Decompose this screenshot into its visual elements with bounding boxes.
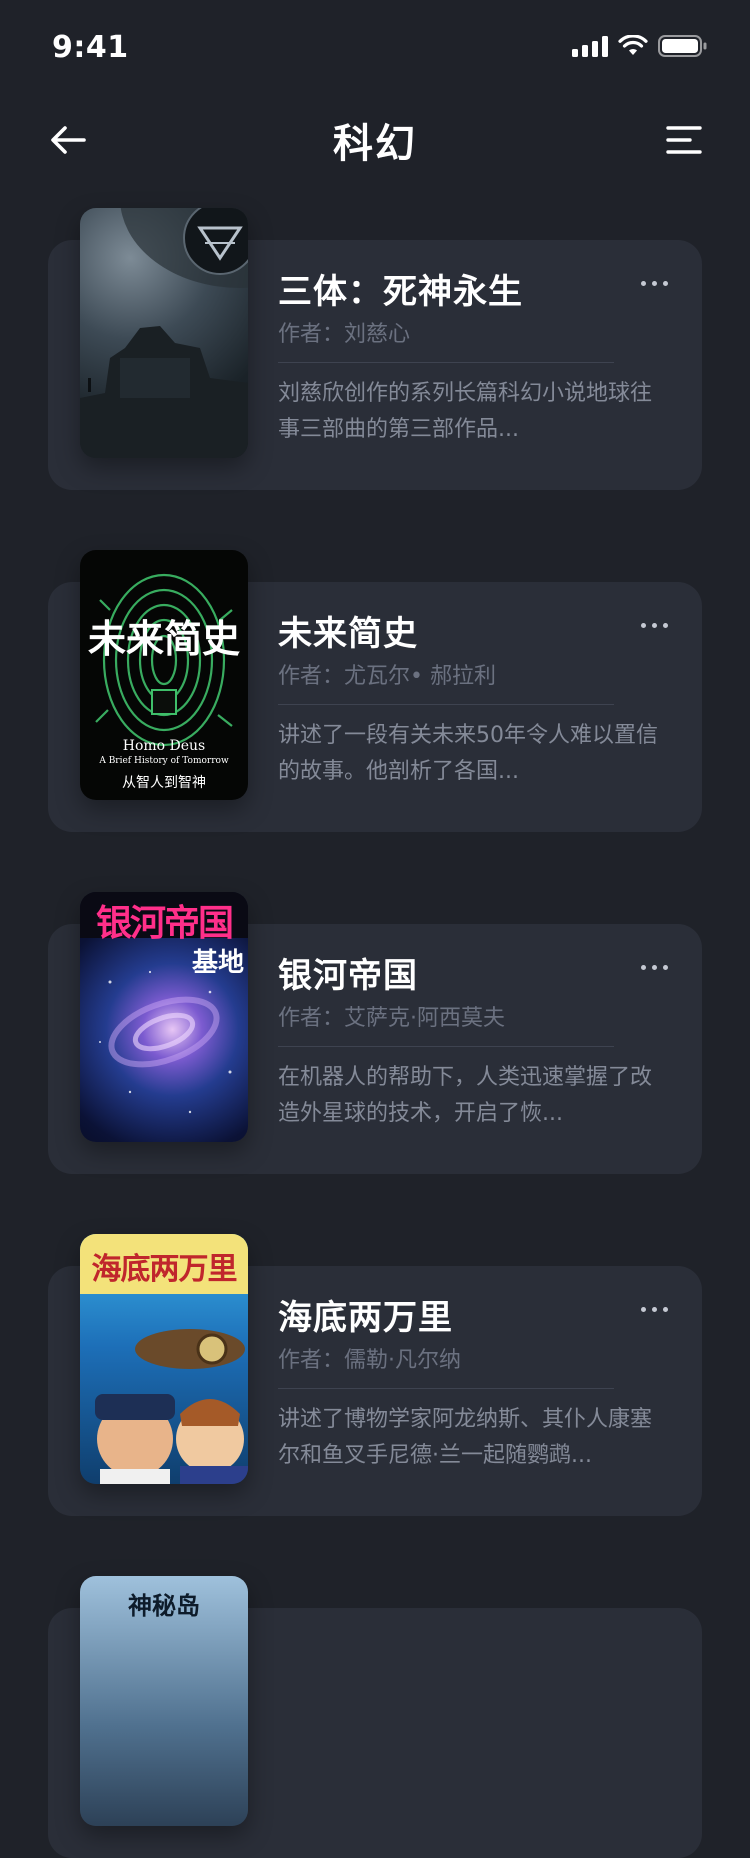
divider xyxy=(278,362,614,363)
cover-title: 未来简史 xyxy=(87,617,240,661)
cover-image: 未来简史 Homo Deus A Brief History of Tomorr… xyxy=(80,550,248,800)
book-author: 作者：刘慈心 xyxy=(278,322,411,347)
more-dots-icon xyxy=(640,622,668,628)
divider xyxy=(278,1388,614,1389)
divider xyxy=(278,1046,614,1047)
book-description: 在机器人的帮助下，人类迅速掌握了改造外星球的技术，开启了恢... xyxy=(278,1065,653,1126)
divider xyxy=(278,704,614,705)
cover-image xyxy=(80,208,248,458)
book-description: 刘慈欣创作的系列长篇科幻小说地球往事三部曲的第三部作品... xyxy=(278,381,653,442)
book-author: 作者：尤瓦尔• 郝拉利 xyxy=(278,664,496,689)
cover-illustration xyxy=(80,208,248,458)
book-cover[interactable]: 银河帝国 基地 xyxy=(80,892,248,1142)
book-cover[interactable]: 未来简史 Homo Deus A Brief History of Tomorr… xyxy=(80,550,248,800)
more-button[interactable] xyxy=(634,610,674,640)
cover-subtitle: 基地 xyxy=(191,948,244,978)
more-dots-icon xyxy=(640,1306,668,1312)
book-description: 讲述了一段有关未来50年令人难以置信的故事。他剖析了各国... xyxy=(278,723,658,784)
cover-title: 海底两万里 xyxy=(91,1252,238,1287)
cover-title: 银河帝国 xyxy=(95,903,234,944)
book-author: 作者：儒勒·凡尔纳 xyxy=(278,1348,461,1373)
book-cover[interactable] xyxy=(80,208,248,458)
cover-subtitle-cn: 从智人到智神 xyxy=(122,775,206,791)
more-button[interactable] xyxy=(634,952,674,982)
book-title: 三体：死神永生 xyxy=(278,272,523,312)
cover-subtitle-en2: A Brief History of Tomorrow xyxy=(99,756,229,766)
more-button[interactable] xyxy=(634,1294,674,1324)
cover-image: 海底两万里 xyxy=(80,1234,248,1484)
book-title: 海底两万里 xyxy=(278,1298,453,1338)
more-dots-icon xyxy=(640,964,668,970)
book-description: 讲述了博物学家阿龙纳斯、其仆人康塞尔和鱼叉手尼德·兰一起随鹦鹉... xyxy=(278,1407,653,1468)
more-button[interactable] xyxy=(634,268,674,298)
cover-image: 神秘岛 xyxy=(80,1576,248,1826)
book-title: 银河帝国 xyxy=(278,956,418,996)
cover-image: 银河帝国 基地 xyxy=(80,892,248,1142)
more-dots-icon xyxy=(640,280,668,286)
book-author: 作者：艾萨克·阿西莫夫 xyxy=(278,1006,505,1031)
book-cover[interactable]: 海底两万里 xyxy=(80,1234,248,1484)
book-cover[interactable]: 神秘岛 xyxy=(80,1576,248,1826)
book-list: 三体：死神永生 作者：刘慈心 刘慈欣创作的系列长篇科幻小说地球往事三部曲的第三部… xyxy=(0,0,750,1858)
cover-title: 神秘岛 xyxy=(128,1591,200,1620)
book-title: 未来简史 xyxy=(278,614,418,654)
cover-subtitle-en: Homo Deus xyxy=(122,738,206,754)
